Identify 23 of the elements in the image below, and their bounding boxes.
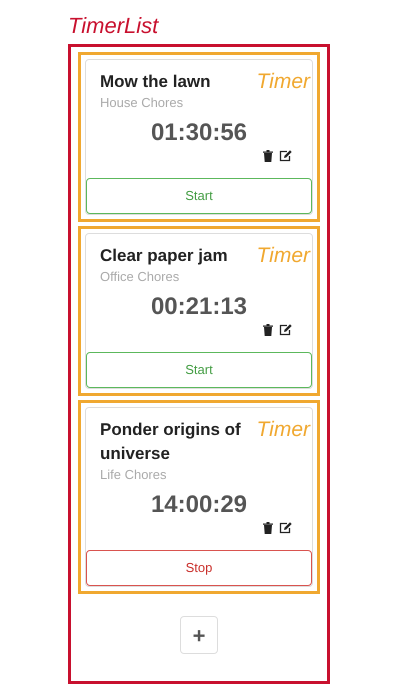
component-label: Timer <box>256 70 310 94</box>
elapsed-time: 01:30:56 <box>150 118 248 148</box>
component-label: TimerList <box>68 12 158 40</box>
timer-title: Clear paper jam <box>100 245 229 267</box>
elapsed-time: 00:21:13 <box>150 292 248 322</box>
project-name: House Chores <box>99 94 184 112</box>
stop-button[interactable]: Stop <box>86 550 312 586</box>
trash-icon[interactable] <box>263 324 273 336</box>
trash-icon[interactable] <box>263 522 273 534</box>
component-label: Timer <box>256 244 310 268</box>
edit-icon[interactable] <box>279 522 292 534</box>
edit-icon[interactable] <box>279 324 292 336</box>
start-button[interactable]: Start <box>86 352 312 388</box>
component-label: Timer <box>256 418 310 442</box>
project-name: Life Chores <box>99 466 166 484</box>
add-button[interactable]: + <box>180 616 218 654</box>
elapsed-time: 14:00:29 <box>150 490 248 520</box>
timer-title: Mow the lawn <box>100 71 212 93</box>
timer-title: Ponder origins of universe <box>100 419 242 465</box>
start-button[interactable]: Start <box>86 178 312 214</box>
trash-icon[interactable] <box>263 150 273 162</box>
project-name: Office Chores <box>99 268 180 286</box>
edit-icon[interactable] <box>279 150 292 162</box>
